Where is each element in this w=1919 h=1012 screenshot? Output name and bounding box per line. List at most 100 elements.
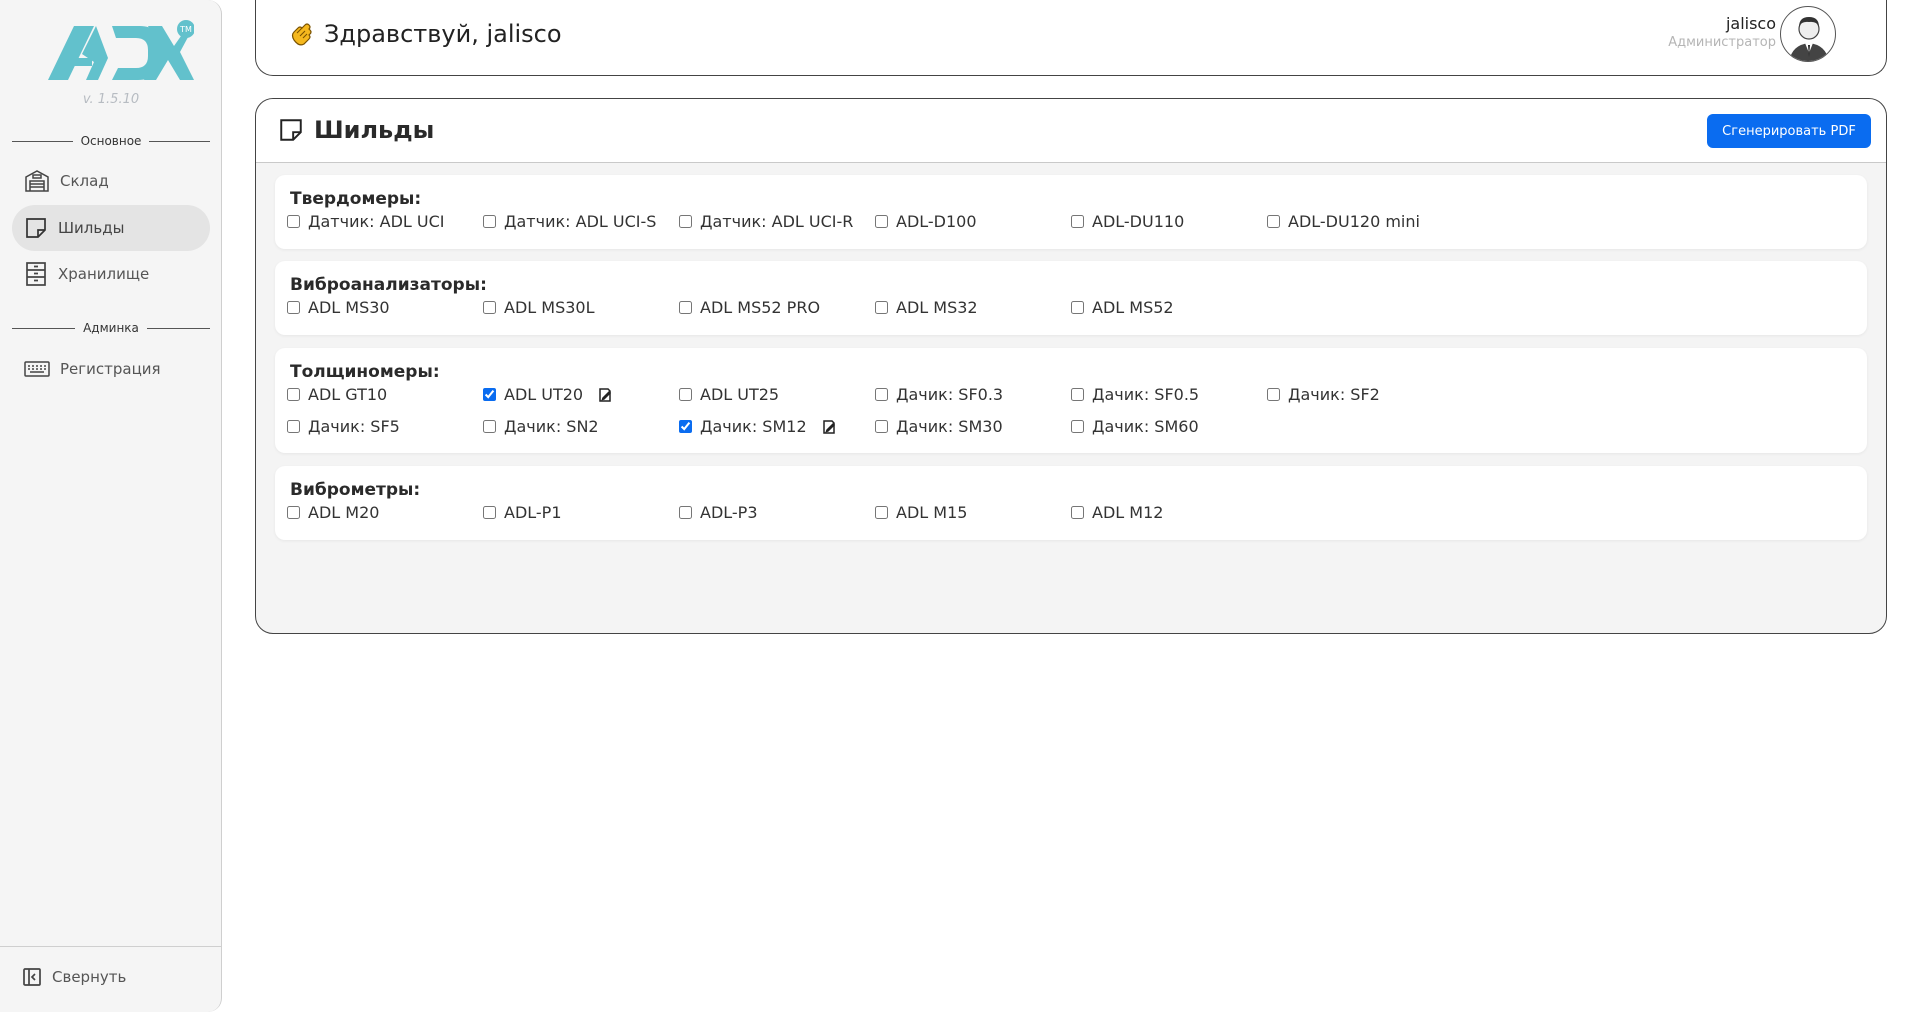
option-checkbox[interactable]: Дачик: SF0.5 [1071,385,1199,404]
greeting: Здравствуй, jalisco [288,20,562,48]
user-avatar-icon [1789,17,1829,61]
checkbox[interactable] [875,420,888,433]
checkbox[interactable] [483,420,496,433]
option-checkbox[interactable]: ADL MS30 [287,298,390,317]
edit-icon[interactable] [597,387,613,403]
sidebar-item-label: Склад [60,172,109,190]
section-label-admin: Админка [12,318,210,338]
option-checkbox[interactable]: Дачик: SN2 [483,417,599,436]
option-checkbox[interactable]: ADL MS30L [483,298,595,317]
option-checkbox[interactable]: Дачик: SF5 [287,417,400,436]
option-checkbox[interactable]: Дачик: SF2 [1267,385,1380,404]
checkbox[interactable] [875,301,888,314]
app-version: v. 1.5.10 [82,92,140,107]
option-checkbox[interactable]: ADL-DU110 [1071,212,1184,231]
group-vibration-analyzers: Виброанализаторы: ADL MS30 ADL MS30L ADL… [275,261,1867,335]
checkbox[interactable] [1071,506,1084,519]
checkbox[interactable] [483,301,496,314]
collapse-label: Свернуть [52,968,127,986]
checkbox[interactable] [1071,388,1084,401]
page-title-text: Шильды [314,116,435,144]
labels-card: Шильды Сгенерировать PDF Твердомеры: Дат… [255,98,1887,634]
section-label-main: Основное [12,131,210,151]
option-checkbox[interactable]: Датчик: ADL UCI-R [679,212,853,231]
option-checkbox[interactable]: Дачик: SM30 [875,417,1003,436]
svg-text:TM: TM [179,25,192,34]
option-checkbox[interactable]: ADL M20 [287,503,379,522]
option-checkbox[interactable]: ADL-P1 [483,503,562,522]
option-checkbox[interactable]: ADL M12 [1071,503,1163,522]
checkbox[interactable] [1071,301,1084,314]
group-vibrometers: Виброметры: ADL M20 ADL-P1 ADL-P3 ADL M1… [275,466,1867,540]
edit-icon[interactable] [821,419,837,435]
greeting-text: Здравствуй, jalisco [324,20,562,48]
sidebar: TM v. 1.5.10 Основное Склад Шильды Храни… [0,0,222,1012]
option-checkbox[interactable]: Дачик: SM60 [1071,417,1199,436]
option-checkbox[interactable]: Дачик: SM12 [679,417,837,436]
group-hardness-testers: Твердомеры: Датчик: ADL UCI Датчик: ADL … [275,175,1867,249]
waving-hand-icon [291,23,312,46]
sticky-note-icon [26,218,46,238]
option-checkbox[interactable]: Датчик: ADL UCI [287,212,444,231]
collapse-button[interactable]: Свернуть [22,967,126,987]
user-info: jalisco Администратор [1668,14,1776,50]
sidebar-item-label: Шильды [58,219,125,237]
checkbox[interactable] [1267,215,1280,228]
checkbox[interactable] [483,506,496,519]
option-checkbox[interactable]: ADL-P3 [679,503,758,522]
checkbox[interactable] [875,215,888,228]
checkbox[interactable] [287,215,300,228]
group-title: Твердомеры: [290,189,422,209]
checkbox[interactable] [483,215,496,228]
checkbox[interactable] [875,506,888,519]
checkbox[interactable] [679,301,692,314]
checkbox[interactable] [1071,420,1084,433]
option-checkbox[interactable]: ADL GT10 [287,385,387,404]
generate-pdf-button[interactable]: Сгенерировать PDF [1707,114,1871,148]
option-checkbox[interactable]: ADL MS52 [1071,298,1174,317]
cabinet-icon [26,262,46,286]
sidebar-footer: Свернуть [0,946,222,1012]
card-header: Шильды Сгенерировать PDF [256,99,1886,163]
sidebar-item-storage[interactable]: Хранилище [12,251,210,297]
checkbox[interactable] [287,301,300,314]
checkbox[interactable] [875,388,888,401]
checkbox[interactable] [483,388,496,401]
option-checkbox[interactable]: Дачик: SF0.3 [875,385,1003,404]
option-checkbox[interactable]: Датчик: ADL UCI-S [483,212,656,231]
sidebar-item-label: Регистрация [60,360,161,378]
option-checkbox[interactable]: ADL M15 [875,503,967,522]
page-title: Шильды [278,116,434,144]
checkbox[interactable] [1267,388,1280,401]
checkbox[interactable] [287,388,300,401]
sidebar-item-sklad[interactable]: Склад [12,158,210,204]
group-thickness-gauges: Толщиномеры: ADL GT10 ADL UT20 ADL UT25 … [275,348,1867,453]
group-title: Толщиномеры: [290,362,440,382]
user-name: jalisco [1725,14,1776,33]
sidebar-collapse-icon [23,968,41,986]
checkbox[interactable] [679,506,692,519]
option-checkbox[interactable]: ADL UT25 [679,385,779,404]
adl-logo: TM [48,20,194,80]
sidebar-item-registration[interactable]: Регистрация [12,346,210,392]
user-role: Администратор [1668,35,1776,50]
option-checkbox[interactable]: ADL MS32 [875,298,978,317]
checkbox[interactable] [287,506,300,519]
checkbox[interactable] [679,388,692,401]
option-checkbox[interactable]: ADL-DU120 mini [1267,212,1420,231]
checkbox[interactable] [679,215,692,228]
keyboard-icon [24,361,50,377]
group-title: Виброметры: [290,480,421,500]
checkbox[interactable] [679,420,692,433]
warehouse-icon [25,170,49,192]
top-header: Здравствуй, jalisco jalisco Администрато… [255,0,1887,76]
option-checkbox[interactable]: ADL UT20 [483,385,613,404]
option-checkbox[interactable]: ADL MS52 PRO [679,298,820,317]
sticky-note-icon [280,119,302,141]
group-title: Виброанализаторы: [290,275,487,295]
option-checkbox[interactable]: ADL-D100 [875,212,977,231]
checkbox[interactable] [1071,215,1084,228]
avatar[interactable] [1780,6,1836,62]
sidebar-item-shildy[interactable]: Шильды [12,205,210,251]
checkbox[interactable] [287,420,300,433]
